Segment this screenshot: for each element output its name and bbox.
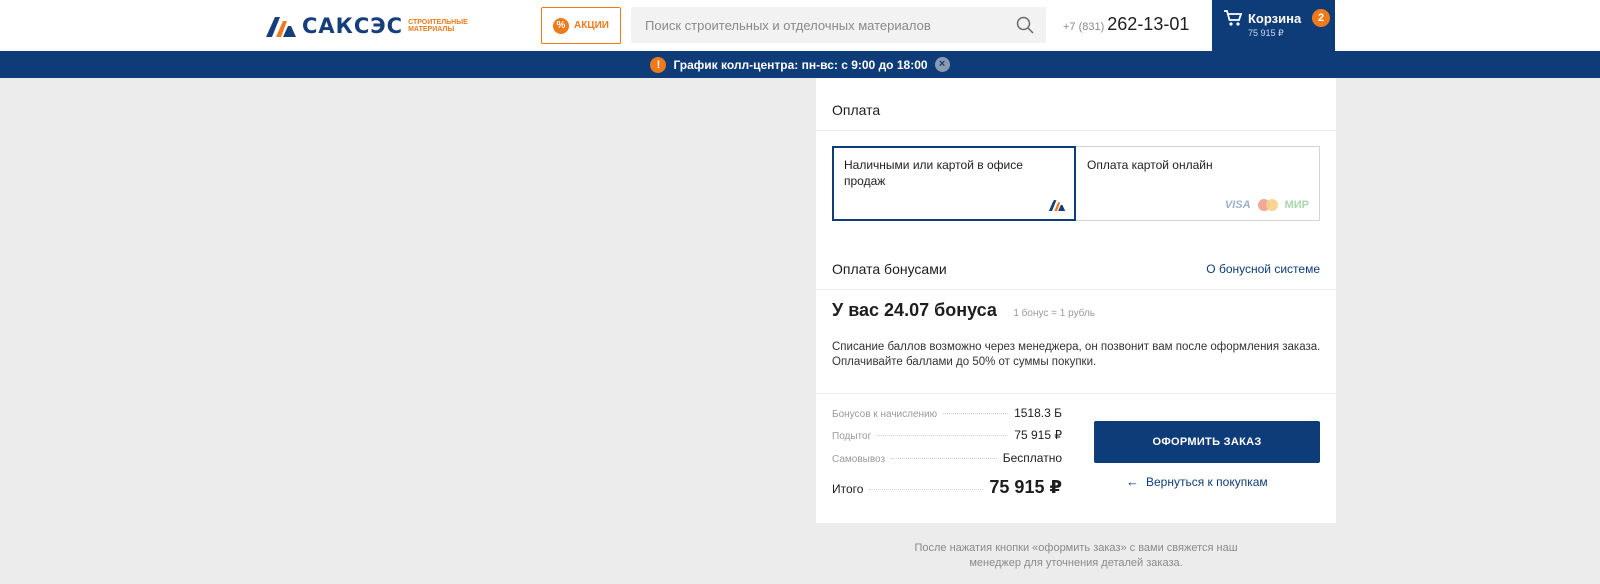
arrow-left-icon: ← — [1126, 474, 1139, 489]
search-bar — [631, 7, 1046, 43]
card-brands: VISA МИР — [1225, 197, 1309, 213]
cart-label: Корзина — [1248, 11, 1302, 26]
bonus-balance: У вас 24.07 бонуса 1 бонус = 1 рубль — [832, 300, 1095, 321]
promo-label: Акции — [573, 20, 609, 31]
bonus-description: Списание баллов возможно через менеджера… — [832, 341, 1321, 368]
cart-count-badge: 2 — [1312, 9, 1330, 27]
cart-icon — [1224, 10, 1243, 26]
logo-subtitle: строительные материалы — [408, 19, 468, 33]
summary-label: Бонусов к начислению — [832, 409, 938, 420]
divider — [816, 289, 1336, 290]
mastercard-icon — [1257, 199, 1278, 211]
order-footnote: После нажатия кнопки «оформить заказ» с … — [914, 542, 1238, 569]
summary-value: 1518.3 Б — [1014, 406, 1062, 420]
site-header: САКСЭС строительные материалы % Акции +7… — [0, 0, 1600, 51]
logo-mark-icon — [266, 17, 296, 37]
phone-link[interactable]: +7 (831) 262-13-01 — [1063, 14, 1189, 35]
callcenter-banner: ! График колл-центра: пн-вс: с 9:00 до 1… — [0, 51, 1600, 78]
search-icon[interactable] — [1016, 16, 1034, 34]
payment-option-cash-label: Наличными или картой в офисе продаж — [844, 158, 1023, 188]
site-logo[interactable]: САКСЭС строительные материалы — [266, 14, 480, 38]
bonus-info-link[interactable]: О бонусной системе — [1206, 262, 1320, 276]
summary-row-delivery: Самовывоз Бесплатно — [832, 451, 1062, 465]
search-input[interactable] — [645, 7, 1005, 43]
total-value: 75 915 ₽ — [989, 477, 1062, 497]
bonus-balance-text: У вас 24.07 бонуса — [832, 300, 997, 320]
payment-option-cash[interactable]: Наличными или картой в офисе продаж — [832, 146, 1076, 221]
close-icon[interactable]: × — [934, 57, 950, 72]
company-logo-icon — [1048, 200, 1066, 211]
cart-button[interactable]: Корзина 2 75 915 ₽ — [1212, 0, 1335, 51]
place-order-button[interactable]: Оформить заказ — [1094, 421, 1320, 463]
back-to-shopping-link[interactable]: ← Вернуться к покупкам — [1126, 474, 1268, 489]
phone-number: 262-13-01 — [1107, 14, 1190, 34]
visa-logo: VISA — [1224, 199, 1251, 211]
bonus-title: Оплата бонусами — [832, 261, 947, 277]
dotted-leader — [943, 413, 1009, 414]
total-label: Итого — [832, 482, 864, 496]
summary-value: Бесплатно — [1002, 451, 1062, 465]
summary-value: 75 915 ₽ — [1014, 428, 1062, 442]
summary-row-total: Итого 75 915 ₽ — [832, 477, 1062, 498]
logo-wordmark: САКСЭС — [302, 14, 404, 38]
checkout-panel: Оплата Наличными или картой в офисе прод… — [816, 78, 1336, 523]
dotted-leader — [869, 489, 984, 490]
summary-row-bonus: Бонусов к начислению 1518.3 Б — [832, 406, 1062, 420]
mir-logo: МИР — [1284, 199, 1309, 211]
bonus-rate: 1 бонус = 1 рубль — [1013, 308, 1096, 319]
phone-code: +7 (831) — [1063, 21, 1105, 33]
summary-row-subtotal: Подытог 75 915 ₽ — [832, 428, 1062, 442]
summary-label: Подытог — [832, 431, 872, 442]
info-icon: ! — [650, 56, 667, 73]
dotted-leader — [891, 458, 997, 459]
promo-button[interactable]: % Акции — [541, 7, 621, 44]
payment-option-online[interactable]: Оплата картой онлайн VISA МИР — [1076, 146, 1320, 221]
callcenter-text: График колл-центра: пн-вс: с 9:00 до 18:… — [673, 57, 928, 72]
back-to-shopping-label: Вернуться к покупкам — [1146, 474, 1268, 489]
payment-title: Оплата — [832, 102, 881, 118]
dotted-leader — [877, 435, 1009, 436]
divider — [816, 393, 1336, 394]
payment-option-online-label: Оплата картой онлайн — [1087, 158, 1213, 172]
summary-label: Самовывоз — [832, 454, 886, 465]
divider — [816, 130, 1336, 131]
percent-icon: % — [552, 17, 569, 34]
cart-total: 75 915 ₽ — [1248, 28, 1284, 38]
